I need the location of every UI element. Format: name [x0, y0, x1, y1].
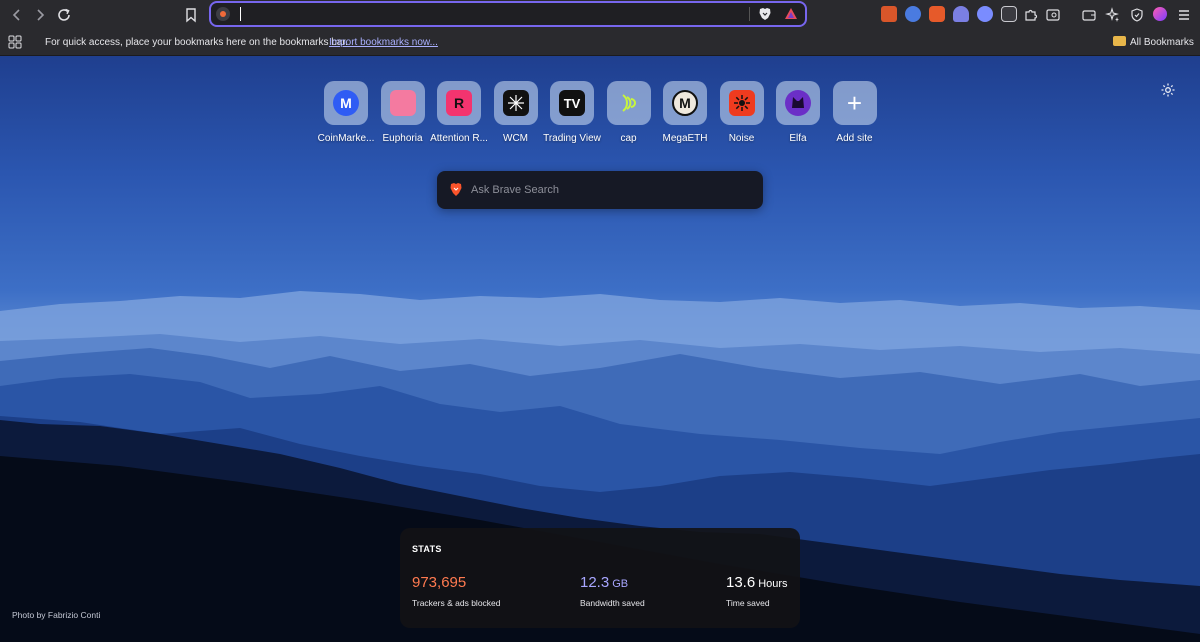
import-bookmarks-link[interactable]: Import bookmarks now... — [329, 37, 438, 48]
tradingview-icon: TV — [559, 90, 585, 116]
fox-extension-icon[interactable] — [881, 6, 897, 22]
noise-tile-box[interactable] — [719, 81, 764, 125]
bandwidth-stat: 12.3 GB Bandwidth saved — [580, 574, 645, 608]
ghost-extension-icon[interactable] — [953, 6, 969, 22]
reading-list-icon[interactable] — [1042, 4, 1064, 26]
add-site-button[interactable]: + — [832, 81, 877, 125]
bandwidth-value: 12.3 — [580, 574, 610, 591]
wallet-extension-icon[interactable] — [905, 6, 921, 22]
bookmark-icon[interactable] — [180, 4, 202, 26]
site-info-icon[interactable] — [216, 7, 230, 21]
trackers-count: 973,695 — [412, 574, 467, 591]
bandwidth-unit: GB — [612, 578, 629, 590]
astronaut-extension-icon[interactable] — [977, 6, 993, 22]
noise-icon — [728, 90, 755, 116]
cap-icon — [616, 90, 642, 116]
bookmarks-hint-text: For quick access, place your bookmarks h… — [45, 37, 348, 48]
trackers-stat: 973,695 Trackers & ads blocked — [412, 574, 501, 608]
stats-title: STATS — [412, 544, 442, 554]
address-bar[interactable] — [209, 1, 807, 27]
all-bookmarks-button[interactable]: All Bookmarks — [1130, 37, 1194, 48]
brave-logo-icon — [450, 183, 462, 196]
top-sites-grid: M CoinMarke... Euphoria R Attention R...… — [318, 81, 888, 151]
brave-rewards-icon[interactable] — [783, 6, 799, 22]
apps-grid-icon[interactable] — [8, 35, 22, 49]
time-stat: 13.6 Hours Time saved — [726, 574, 788, 608]
profile-avatar[interactable] — [1153, 7, 1167, 21]
extensions-puzzle-icon[interactable] — [1020, 4, 1042, 26]
address-input[interactable] — [237, 5, 747, 23]
menu-icon[interactable] — [1173, 4, 1195, 26]
customize-gear-icon[interactable] — [1160, 82, 1176, 98]
text-caret — [240, 7, 241, 21]
reload-icon[interactable] — [53, 4, 75, 26]
leo-ai-icon[interactable] — [1102, 4, 1124, 26]
attention-icon: R — [446, 90, 472, 116]
tradingview-tile-box[interactable]: TV — [550, 81, 594, 125]
cap-tile-box[interactable] — [606, 81, 651, 125]
time-value: 13.6 — [726, 574, 756, 591]
wcm-tile-box[interactable] — [493, 81, 538, 125]
time-unit: Hours — [758, 578, 788, 590]
euphoria-tile-box[interactable] — [380, 81, 425, 125]
photo-credit: Photo by Fabrizio Conti — [12, 610, 101, 620]
trackers-caption: Trackers & ads blocked — [412, 598, 501, 608]
wcm-icon — [502, 90, 529, 116]
brave-shields-icon[interactable] — [757, 6, 773, 22]
bookmarks-bar: For quick access, place your bookmarks h… — [0, 30, 1200, 56]
add-site-tile[interactable]: + Add site — [827, 81, 883, 151]
address-bar-divider — [749, 7, 750, 21]
elfa-icon — [785, 90, 811, 116]
forward-icon[interactable] — [29, 4, 51, 26]
vpn-shield-icon[interactable] — [1126, 4, 1148, 26]
coinmarketcap-tile-box[interactable]: M — [324, 81, 368, 125]
time-caption: Time saved — [726, 598, 770, 608]
coinmarketcap-icon: M — [333, 90, 359, 116]
euphoria-icon — [389, 90, 416, 116]
top-site-label: Add site — [836, 133, 873, 144]
b-extension-icon[interactable] — [929, 6, 945, 22]
megaeth-tile-box[interactable]: M — [663, 81, 707, 125]
plus-icon: + — [846, 87, 863, 118]
elfa-tile-box[interactable] — [776, 81, 820, 125]
stats-widget: STATS 973,695 Trackers & ads blocked 12.… — [400, 528, 800, 628]
camera-extension-icon[interactable] — [1001, 6, 1017, 22]
new-tab-page: M CoinMarke... Euphoria R Attention R...… — [0, 56, 1200, 642]
search-input[interactable] — [471, 181, 751, 199]
attention-tile-box[interactable]: R — [437, 81, 481, 125]
megaeth-icon: M — [672, 90, 698, 116]
folder-icon — [1113, 36, 1126, 46]
wallet-icon[interactable] — [1078, 4, 1100, 26]
back-icon[interactable] — [6, 4, 28, 26]
search-box[interactable] — [437, 171, 763, 209]
bandwidth-caption: Bandwidth saved — [580, 598, 645, 608]
browser-toolbar — [0, 0, 1200, 30]
